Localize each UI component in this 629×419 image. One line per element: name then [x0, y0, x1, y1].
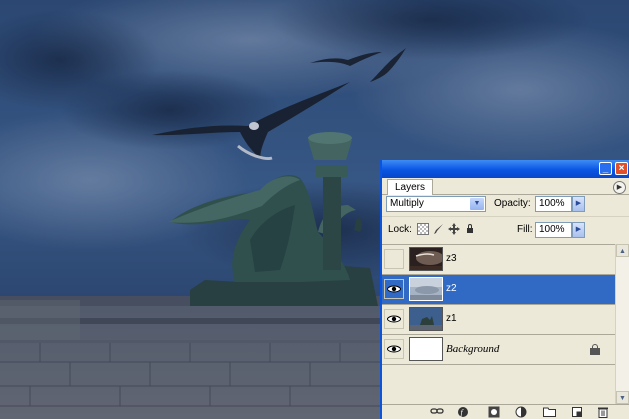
layer-row-z1[interactable]: z1 [382, 305, 615, 335]
opacity-slider-button[interactable]: ▶ [572, 196, 585, 212]
layer-thumbnail [409, 307, 443, 331]
layer-thumbnail [409, 277, 443, 301]
layer-thumbnail [409, 337, 443, 361]
layer-row-z2[interactable]: z2 [382, 275, 615, 305]
opacity-input[interactable]: 100% [535, 196, 572, 212]
layer-list-scrollbar[interactable]: ▲ ▼ [615, 244, 629, 404]
blend-mode-select[interactable]: Multiply ▼ [386, 196, 486, 212]
visibility-toggle[interactable] [384, 309, 404, 329]
divider [382, 216, 629, 217]
trash-icon[interactable] [596, 406, 610, 418]
layers-palette: _ × Layers ▶ Multiply ▼ Opacity: 100% ▶ … [380, 160, 629, 419]
tab-layers[interactable]: Layers [387, 179, 434, 195]
layer-name[interactable]: z3 [446, 245, 457, 273]
eye-icon [387, 285, 401, 293]
scroll-up-icon[interactable]: ▲ [616, 244, 629, 257]
palette-bottom-toolbar: f [382, 404, 629, 419]
layer-name[interactable]: Background [446, 335, 499, 363]
lock-label: Lock: [388, 224, 412, 235]
layer-thumbnail [409, 247, 443, 271]
layer-name[interactable]: z2 [446, 275, 457, 303]
fill-slider-button[interactable]: ▶ [572, 222, 585, 238]
layer-name[interactable]: z1 [446, 305, 457, 333]
lock-brush-icon[interactable] [433, 223, 445, 235]
layer-row-background[interactable]: Background [382, 335, 615, 365]
lock-all-icon[interactable] [464, 223, 476, 235]
visibility-toggle[interactable] [384, 339, 404, 359]
fill-input[interactable]: 100% [535, 222, 572, 238]
close-icon[interactable]: × [615, 162, 628, 175]
palette-tab-row: Layers ▶ [382, 178, 629, 195]
chevron-down-icon[interactable]: ▼ [470, 198, 484, 210]
palette-menu-icon[interactable]: ▶ [613, 181, 626, 194]
minimize-icon[interactable]: _ [599, 162, 612, 175]
layer-row-z3[interactable]: z3 [382, 245, 615, 275]
new-layer-icon[interactable] [570, 406, 584, 418]
eye-icon [387, 315, 401, 323]
lock-transparent-icon[interactable] [417, 223, 429, 235]
layer-style-icon[interactable]: f [457, 406, 471, 418]
fill-label: Fill: [517, 224, 533, 235]
opacity-label: Opacity: [494, 198, 531, 209]
mask-icon[interactable] [487, 406, 501, 418]
visibility-toggle[interactable] [384, 279, 404, 299]
lock-icon [590, 344, 600, 355]
eye-icon [387, 345, 401, 353]
adjustment-icon[interactable] [514, 406, 528, 418]
scroll-down-icon[interactable]: ▼ [616, 391, 629, 404]
palette-titlebar[interactable]: _ × [382, 160, 629, 178]
visibility-toggle[interactable] [384, 249, 404, 269]
blend-mode-value: Multiply [390, 198, 424, 209]
link-icon[interactable] [430, 406, 444, 418]
lock-move-icon[interactable] [448, 223, 460, 235]
folder-icon[interactable] [542, 406, 556, 418]
layer-list: z3 z2 z1 Background [382, 244, 615, 404]
